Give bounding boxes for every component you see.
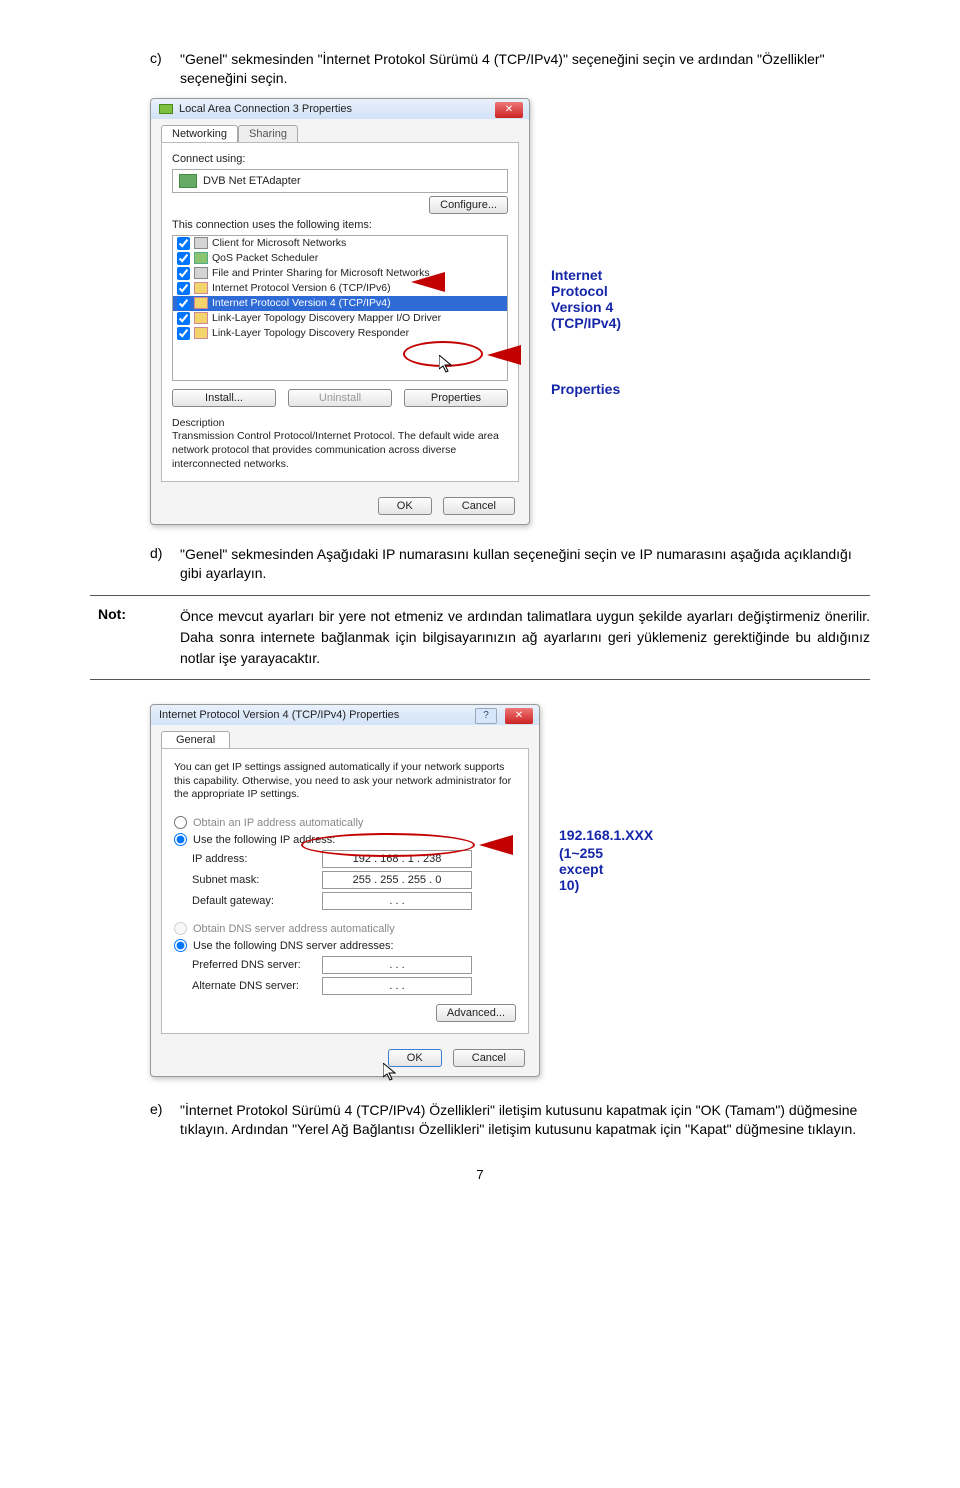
connect-using-label: Connect using: [172,153,508,165]
callout-ip-value: 192.168.1.XXX [559,827,653,843]
cursor-icon [383,1063,397,1081]
configure-button[interactable]: Configure... [429,196,508,214]
circle-annotation [301,833,475,857]
radio-input[interactable] [174,922,187,935]
intro-text: You can get IP settings assigned automat… [174,761,516,802]
item-checkbox[interactable] [177,267,190,280]
callout-ip-range: (1~255 except 10) [559,845,603,893]
item-label: Link-Layer Topology Discovery Mapper I/O… [212,312,441,324]
callout-ipv4: Internet Protocol Version 4 (TCP/IPv4) [551,267,621,331]
item-label: Internet Protocol Version 6 (TCP/IPv6) [212,282,391,294]
step-c-letter: c) [150,50,172,88]
protocol-icon [194,282,208,294]
radio-obtain-dns[interactable]: Obtain DNS server address automatically [174,922,516,935]
qos-icon [194,252,208,264]
close-button[interactable]: ✕ [495,102,523,118]
radio-input[interactable] [174,816,187,829]
dialog2-title: Internet Protocol Version 4 (TCP/IPv4) P… [159,709,399,721]
dialog-lan-properties: Local Area Connection 3 Properties ✕ Net… [150,98,530,526]
radio-label: Use the following DNS server addresses: [193,940,394,952]
cancel-button[interactable]: Cancel [453,1049,525,1067]
adapter-name: DVB Net ETAdapter [203,175,301,187]
install-button[interactable]: Install... [172,389,276,407]
step-e: e) "İnternet Protokol Sürümü 4 (TCP/IPv4… [150,1101,870,1139]
step-c-text: "Genel" sekmesinden "İnternet Protokol S… [180,50,870,88]
tab-networking[interactable]: Networking [161,125,238,142]
adapter-icon [179,174,197,188]
radio-obtain-ip[interactable]: Obtain an IP address automatically [174,816,516,829]
list-item[interactable]: Link-Layer Topology Discovery Responder [173,326,507,341]
ok-button[interactable]: OK [378,497,432,515]
subnet-label: Subnet mask: [192,874,322,886]
items-label: This connection uses the following items… [172,219,508,231]
cancel-button[interactable]: Cancel [443,497,515,515]
item-label: QoS Packet Scheduler [212,252,318,264]
subnet-mask-input[interactable]: 255 . 255 . 255 . 0 [322,871,472,889]
network-icon [159,104,173,114]
item-checkbox[interactable] [177,282,190,295]
item-checkbox[interactable] [177,297,190,310]
adapter-box: DVB Net ETAdapter [172,169,508,193]
gateway-label: Default gateway: [192,895,322,907]
list-item[interactable]: Client for Microsoft Networks [173,236,507,251]
share-icon [194,267,208,279]
client-icon [194,237,208,249]
uninstall-button[interactable]: Uninstall [288,389,392,407]
arrow-icon [479,835,513,855]
step-d-letter: d) [150,545,172,583]
radio-label: Obtain an IP address automatically [193,817,363,829]
dialog1-title: Local Area Connection 3 Properties [179,103,352,115]
step-c: c) "Genel" sekmesinden "İnternet Protoko… [150,50,870,88]
note-label: Not: [90,606,150,669]
note-block: Not: Önce mevcut ayarları bir yere not e… [90,595,870,680]
close-button[interactable]: ✕ [505,708,533,724]
callout-properties: Properties [551,381,620,397]
arrow-icon [411,272,445,292]
step-e-text: "İnternet Protokol Sürümü 4 (TCP/IPv4) Ö… [180,1101,870,1139]
list-item[interactable]: Link-Layer Topology Discovery Mapper I/O… [173,311,507,326]
alt-dns-label: Alternate DNS server: [192,980,322,992]
cursor-icon [439,355,453,373]
list-item[interactable]: Internet Protocol Version 6 (TCP/IPv6) [173,281,507,296]
arrow-icon [487,345,521,365]
tab-general[interactable]: General [161,731,230,748]
gateway-input[interactable]: . . . [322,892,472,910]
radio-label: Obtain DNS server address automatically [193,923,395,935]
tab-sharing[interactable]: Sharing [238,125,298,142]
list-item-selected[interactable]: Internet Protocol Version 4 (TCP/IPv4) [173,296,507,311]
description-label: Description [172,417,508,431]
item-label: File and Printer Sharing for Microsoft N… [212,267,430,279]
page-number: 7 [90,1167,870,1182]
item-checkbox[interactable] [177,252,190,265]
item-label: Client for Microsoft Networks [212,237,346,249]
item-checkbox[interactable] [177,237,190,250]
help-button[interactable]: ? [475,708,497,724]
item-checkbox[interactable] [177,327,190,340]
item-label: Link-Layer Topology Discovery Responder [212,327,409,339]
protocol-icon [194,327,208,339]
description-text: Transmission Control Protocol/Internet P… [172,430,508,471]
step-e-letter: e) [150,1101,172,1139]
radio-input[interactable] [174,939,187,952]
alt-dns-input[interactable]: . . . [322,977,472,995]
step-d: d) "Genel" sekmesinden Aşağıdaki IP numa… [150,545,870,583]
pref-dns-label: Preferred DNS server: [192,959,322,971]
protocol-icon [194,312,208,324]
radio-use-dns[interactable]: Use the following DNS server addresses: [174,939,516,952]
properties-button[interactable]: Properties [404,389,508,407]
dialog1-titlebar[interactable]: Local Area Connection 3 Properties [151,99,529,119]
radio-input[interactable] [174,833,187,846]
item-label: Internet Protocol Version 4 (TCP/IPv4) [212,297,391,309]
item-checkbox[interactable] [177,312,190,325]
list-item[interactable]: File and Printer Sharing for Microsoft N… [173,266,507,281]
step-d-text: "Genel" sekmesinden Aşağıdaki IP numaras… [180,545,870,583]
list-item[interactable]: QoS Packet Scheduler [173,251,507,266]
note-text: Önce mevcut ayarları bir yere not etmeni… [180,606,870,669]
ip-label: IP address: [192,853,322,865]
protocol-icon [194,297,208,309]
pref-dns-input[interactable]: . . . [322,956,472,974]
dialog-ipv4-properties: Internet Protocol Version 4 (TCP/IPv4) P… [150,704,540,1077]
advanced-button[interactable]: Advanced... [436,1004,516,1022]
